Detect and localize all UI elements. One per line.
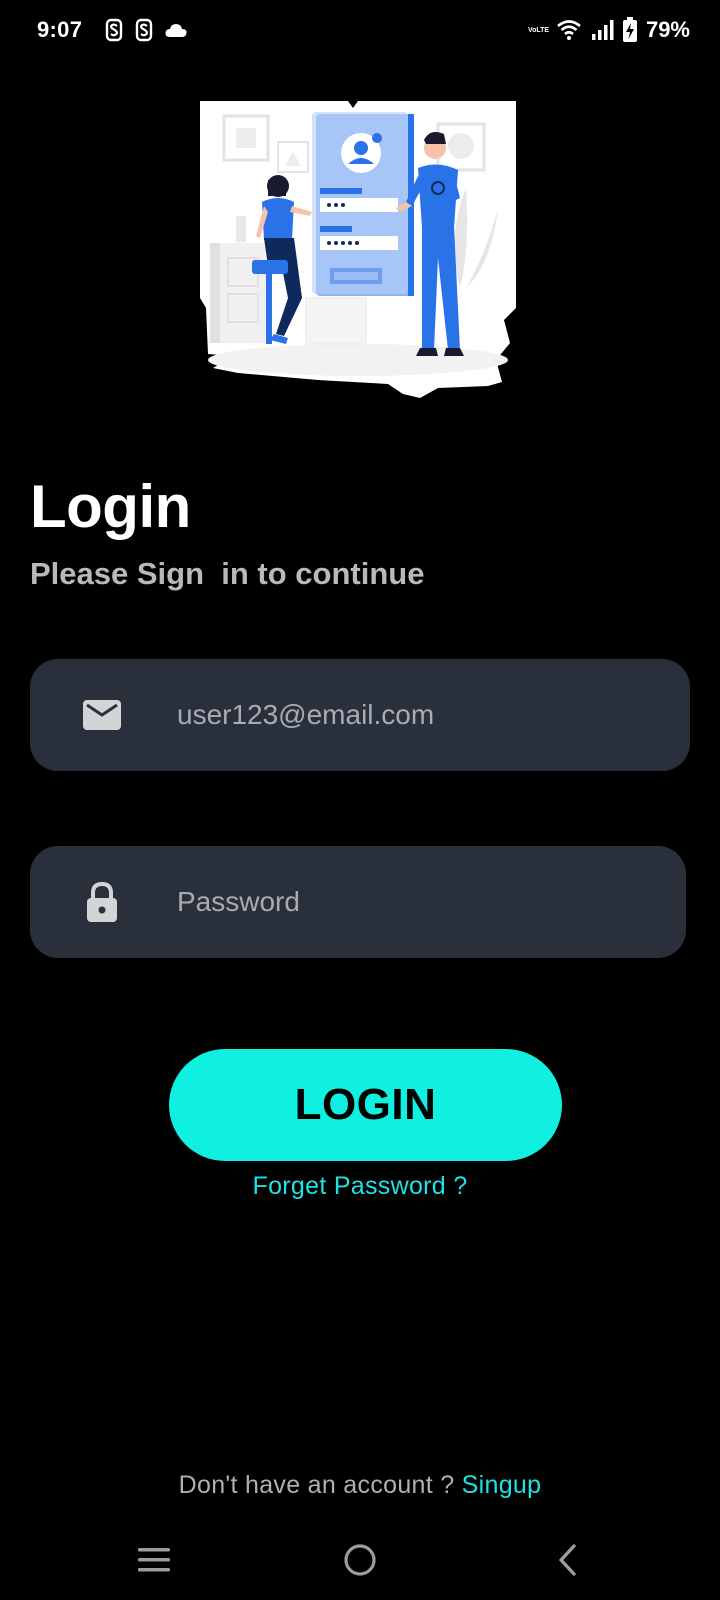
wifi-icon xyxy=(557,20,581,40)
forget-password-link[interactable]: Forget Password ? xyxy=(0,1172,720,1201)
lock-icon xyxy=(87,882,117,922)
login-button[interactable]: LOGIN xyxy=(169,1049,562,1161)
email-field[interactable] xyxy=(30,659,690,771)
signup-prompt: Don't have an account ? Singup xyxy=(0,1471,720,1500)
login-illustration xyxy=(200,101,516,398)
status-time: 9:07 xyxy=(37,17,83,42)
back-icon xyxy=(559,1544,576,1576)
home-icon xyxy=(344,1544,376,1576)
notification-s-icon xyxy=(135,18,153,42)
status-right-icons: VoLTE 79% xyxy=(528,17,690,43)
battery-percentage: 79% xyxy=(645,17,690,42)
notification-s-icon xyxy=(105,18,123,42)
no-account-text: Don't have an account ? xyxy=(178,1471,462,1499)
password-input[interactable] xyxy=(177,846,657,958)
volte-indicator: VoLTE xyxy=(527,26,550,34)
email-input[interactable] xyxy=(177,659,657,771)
signup-link[interactable]: Singup xyxy=(462,1471,542,1499)
nav-home-button[interactable] xyxy=(330,1530,390,1590)
signal-icon xyxy=(591,20,614,40)
password-field[interactable] xyxy=(30,846,686,958)
status-bar: 9:07 VoLTE 79% xyxy=(0,0,720,62)
nav-back-button[interactable] xyxy=(537,1530,597,1590)
status-notification-icons xyxy=(104,18,188,42)
menu-icon xyxy=(138,1548,170,1572)
system-nav-bar xyxy=(0,1530,720,1590)
mail-icon xyxy=(83,700,121,730)
page-subtitle: Please Sign in to continue xyxy=(30,556,425,591)
nav-recents-button[interactable] xyxy=(124,1530,184,1590)
battery-charging-icon xyxy=(622,17,637,42)
page-title: Login xyxy=(30,473,191,540)
cloud-icon xyxy=(165,24,187,37)
